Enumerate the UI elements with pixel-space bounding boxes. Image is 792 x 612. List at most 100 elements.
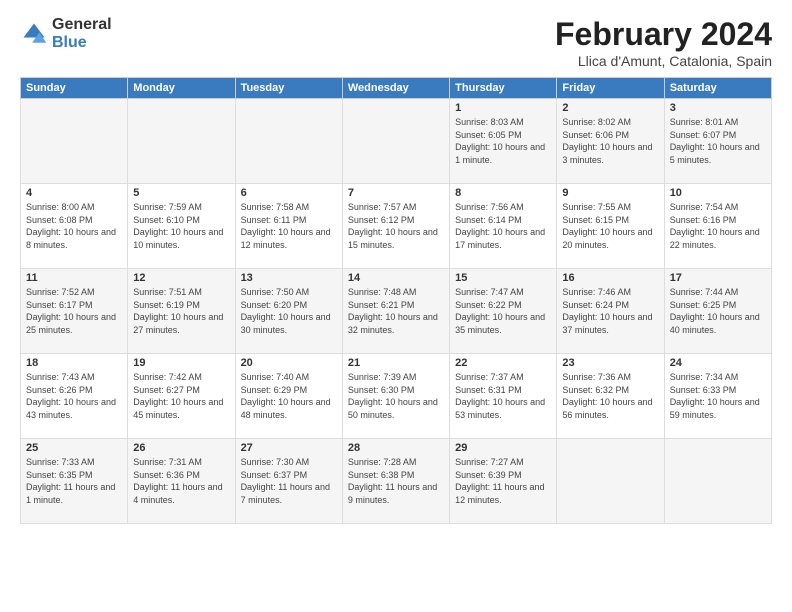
col-header-saturday: Saturday [664,78,771,99]
day-cell: 9 Sunrise: 7:55 AM Sunset: 6:15 PM Daylig… [557,184,664,269]
day-number: 17 [670,272,766,284]
day-cell: 20 Sunrise: 7:40 AM Sunset: 6:29 PM Dayli… [235,354,342,439]
day-number: 3 [670,102,766,114]
logo: General Blue [20,16,112,51]
day-info: Sunrise: 7:57 AM Sunset: 6:12 PM Dayligh… [348,201,444,251]
day-cell: 1Sunrise: 8:03 AM Sunset: 6:05 PM Daylig… [450,99,557,184]
day-cell: 14 Sunrise: 7:48 AM Sunset: 6:21 PM Dayli… [342,269,449,354]
day-cell: 2 Sunrise: 8:02 AM Sunset: 6:06 PM Daylig… [557,99,664,184]
day-info: Sunrise: 7:36 AM Sunset: 6:32 PM Dayligh… [562,371,658,421]
col-header-tuesday: Tuesday [235,78,342,99]
day-number: 20 [241,357,337,369]
day-cell [342,99,449,184]
month-title: February 2024 [555,16,772,53]
day-number: 1 [455,102,551,114]
day-cell: 7 Sunrise: 7:57 AM Sunset: 6:12 PM Daylig… [342,184,449,269]
day-info: Sunrise: 7:59 AM Sunset: 6:10 PM Dayligh… [133,201,229,251]
day-cell: 10 Sunrise: 7:54 AM Sunset: 6:16 PM Dayli… [664,184,771,269]
page-container: General Blue February 2024 Llica d'Amunt… [0,0,792,534]
day-info: Sunrise: 7:40 AM Sunset: 6:29 PM Dayligh… [241,371,337,421]
day-cell: 22 Sunrise: 7:37 AM Sunset: 6:31 PM Dayli… [450,354,557,439]
day-number: 25 [26,442,122,454]
day-number: 5 [133,187,229,199]
day-info: Sunrise: 7:30 AM Sunset: 6:37 PM Dayligh… [241,456,337,506]
day-info: Sunrise: 7:48 AM Sunset: 6:21 PM Dayligh… [348,286,444,336]
day-cell: 23 Sunrise: 7:36 AM Sunset: 6:32 PM Dayli… [557,354,664,439]
day-number: 28 [348,442,444,454]
day-info: Sunrise: 7:39 AM Sunset: 6:30 PM Dayligh… [348,371,444,421]
day-number: 18 [26,357,122,369]
day-cell [235,99,342,184]
day-info: Sunrise: 7:58 AM Sunset: 6:11 PM Dayligh… [241,201,337,251]
day-info: Sunrise: 8:02 AM Sunset: 6:06 PM Dayligh… [562,116,658,166]
day-number: 26 [133,442,229,454]
day-info: Sunrise: 7:37 AM Sunset: 6:31 PM Dayligh… [455,371,551,421]
day-number: 24 [670,357,766,369]
title-block: February 2024 Llica d'Amunt, Catalonia, … [555,16,772,69]
day-cell: 28 Sunrise: 7:28 AM Sunset: 6:38 PM Dayli… [342,439,449,524]
day-cell: 15Sunrise: 7:47 AM Sunset: 6:22 PM Dayli… [450,269,557,354]
calendar-table: SundayMondayTuesdayWednesdayThursdayFrid… [20,77,772,524]
week-row-0: 1Sunrise: 8:03 AM Sunset: 6:05 PM Daylig… [21,99,772,184]
day-info: Sunrise: 7:31 AM Sunset: 6:36 PM Dayligh… [133,456,229,506]
day-info: Sunrise: 7:47 AM Sunset: 6:22 PM Dayligh… [455,286,551,336]
logo-icon [20,20,48,48]
day-info: Sunrise: 7:55 AM Sunset: 6:15 PM Dayligh… [562,201,658,251]
day-info: Sunrise: 7:42 AM Sunset: 6:27 PM Dayligh… [133,371,229,421]
header-row: SundayMondayTuesdayWednesdayThursdayFrid… [21,78,772,99]
location: Llica d'Amunt, Catalonia, Spain [555,53,772,69]
day-info: Sunrise: 7:52 AM Sunset: 6:17 PM Dayligh… [26,286,122,336]
day-cell: 13Sunrise: 7:50 AM Sunset: 6:20 PM Dayli… [235,269,342,354]
page-header: General Blue February 2024 Llica d'Amunt… [20,16,772,69]
logo-text: General Blue [52,16,112,51]
day-number: 7 [348,187,444,199]
day-cell: 27 Sunrise: 7:30 AM Sunset: 6:37 PM Dayli… [235,439,342,524]
day-cell: 18Sunrise: 7:43 AM Sunset: 6:26 PM Dayli… [21,354,128,439]
day-number: 10 [670,187,766,199]
day-number: 16 [562,272,658,284]
day-cell: 12Sunrise: 7:51 AM Sunset: 6:19 PM Dayli… [128,269,235,354]
week-row-4: 25 Sunrise: 7:33 AM Sunset: 6:35 PM Dayli… [21,439,772,524]
day-cell: 3 Sunrise: 8:01 AM Sunset: 6:07 PM Daylig… [664,99,771,184]
day-info: Sunrise: 8:01 AM Sunset: 6:07 PM Dayligh… [670,116,766,166]
day-number: 12 [133,272,229,284]
day-number: 23 [562,357,658,369]
day-cell: 25 Sunrise: 7:33 AM Sunset: 6:35 PM Dayli… [21,439,128,524]
day-number: 2 [562,102,658,114]
day-cell: 16 Sunrise: 7:46 AM Sunset: 6:24 PM Dayli… [557,269,664,354]
col-header-wednesday: Wednesday [342,78,449,99]
day-info: Sunrise: 7:28 AM Sunset: 6:38 PM Dayligh… [348,456,444,506]
day-number: 22 [455,357,551,369]
day-cell: 8 Sunrise: 7:56 AM Sunset: 6:14 PM Daylig… [450,184,557,269]
day-number: 19 [133,357,229,369]
day-info: Sunrise: 7:56 AM Sunset: 6:14 PM Dayligh… [455,201,551,251]
day-info: Sunrise: 7:54 AM Sunset: 6:16 PM Dayligh… [670,201,766,251]
day-cell [21,99,128,184]
day-number: 4 [26,187,122,199]
day-cell: 21 Sunrise: 7:39 AM Sunset: 6:30 PM Dayli… [342,354,449,439]
day-info: Sunrise: 7:46 AM Sunset: 6:24 PM Dayligh… [562,286,658,336]
day-info: Sunrise: 7:33 AM Sunset: 6:35 PM Dayligh… [26,456,122,506]
day-number: 27 [241,442,337,454]
day-number: 29 [455,442,551,454]
day-info: Sunrise: 8:00 AM Sunset: 6:08 PM Dayligh… [26,201,122,251]
logo-blue: Blue [52,34,112,52]
day-number: 9 [562,187,658,199]
day-info: Sunrise: 7:44 AM Sunset: 6:25 PM Dayligh… [670,286,766,336]
day-number: 14 [348,272,444,284]
week-row-2: 11 Sunrise: 7:52 AM Sunset: 6:17 PM Dayli… [21,269,772,354]
day-cell [128,99,235,184]
day-number: 8 [455,187,551,199]
day-number: 21 [348,357,444,369]
day-info: Sunrise: 7:34 AM Sunset: 6:33 PM Dayligh… [670,371,766,421]
day-cell: 17 Sunrise: 7:44 AM Sunset: 6:25 PM Dayli… [664,269,771,354]
col-header-sunday: Sunday [21,78,128,99]
day-cell: 24 Sunrise: 7:34 AM Sunset: 6:33 PM Dayli… [664,354,771,439]
day-info: Sunrise: 7:50 AM Sunset: 6:20 PM Dayligh… [241,286,337,336]
day-cell: 29 Sunrise: 7:27 AM Sunset: 6:39 PM Dayli… [450,439,557,524]
day-info: Sunrise: 7:27 AM Sunset: 6:39 PM Dayligh… [455,456,551,506]
day-cell [557,439,664,524]
logo-general: General [52,16,112,34]
day-number: 11 [26,272,122,284]
col-header-thursday: Thursday [450,78,557,99]
